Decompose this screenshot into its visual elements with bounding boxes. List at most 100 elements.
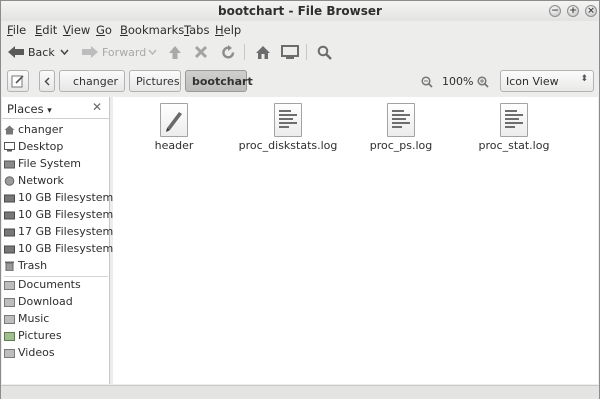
sidebar-item-label: Network xyxy=(18,174,64,187)
file-view[interactable]: header proc_diskstats.log proc_ps.log pr… xyxy=(113,97,598,384)
chevron-down-icon xyxy=(60,49,69,55)
sidebar-item-label: Videos xyxy=(18,346,55,359)
up-arrow-icon xyxy=(169,45,181,59)
stop-button[interactable] xyxy=(194,42,208,62)
drive-icon xyxy=(4,194,15,203)
close-sidebar-icon[interactable]: ✕ xyxy=(92,100,102,114)
up-button[interactable] xyxy=(168,42,182,62)
back-button[interactable]: Back xyxy=(7,42,55,62)
sidebar-item-label: Download xyxy=(18,295,73,308)
reload-button[interactable] xyxy=(221,42,236,62)
menu-bar: File Edit View Go Bookmarks Tabs Help xyxy=(1,21,599,39)
sidebar-item-music[interactable]: Music xyxy=(2,311,110,328)
pictures-folder-icon xyxy=(4,332,15,341)
toggle-location-entry-button[interactable] xyxy=(7,70,29,92)
sidebar-item-label: File System xyxy=(18,157,81,170)
sidebar-pane-selector[interactable]: Places ▾ xyxy=(7,102,52,116)
path-button-bootchart[interactable]: bootchart xyxy=(185,70,253,92)
menu-bookmarks[interactable]: Bookmarks xyxy=(120,23,184,37)
sidebar-item-documents[interactable]: Documents xyxy=(2,277,110,294)
computer-icon xyxy=(281,44,299,59)
trash-icon xyxy=(5,261,14,271)
sidebar-item-label: Music xyxy=(18,312,50,325)
drive-icon xyxy=(4,245,15,254)
zoom-out-button[interactable] xyxy=(421,76,433,91)
minimize-icon[interactable]: − xyxy=(549,5,561,17)
menu-view[interactable]: View xyxy=(63,23,90,37)
folder-icon xyxy=(4,349,15,358)
menu-go[interactable]: Go xyxy=(96,23,112,37)
file-name: proc_diskstats.log xyxy=(238,139,338,152)
home-button[interactable] xyxy=(255,42,271,62)
script-file-icon xyxy=(160,103,188,137)
back-label: Back xyxy=(28,45,55,59)
menu-file[interactable]: File xyxy=(7,23,26,37)
desktop-icon xyxy=(4,142,15,152)
toolbar: Back Forward xyxy=(1,39,599,65)
drive-icon xyxy=(4,160,15,169)
sidebar-item-label: Desktop xyxy=(18,140,64,153)
path-scroll-left-button[interactable] xyxy=(39,70,55,92)
menu-help[interactable]: Help xyxy=(215,23,241,37)
path-label: changer xyxy=(72,74,118,88)
search-button[interactable] xyxy=(317,42,332,62)
folder-icon xyxy=(4,315,15,324)
window-title: bootchart - File Browser xyxy=(218,4,382,18)
sidebar-item-label: Trash xyxy=(18,259,48,272)
reload-icon xyxy=(222,44,235,59)
chevron-down-icon: ▾ xyxy=(47,106,52,116)
sidebar-item-videos[interactable]: Videos xyxy=(2,345,110,362)
sidebar-item-label: 10 GB Filesystem xyxy=(18,191,114,204)
file-name: proc_ps.log xyxy=(369,139,433,152)
sidebar-item-volume[interactable]: 10 GB Filesystem xyxy=(2,190,114,207)
folder-icon xyxy=(4,298,15,307)
toolbar-separator xyxy=(244,44,245,60)
zoom-in-button[interactable] xyxy=(477,76,489,91)
computer-button[interactable] xyxy=(281,42,299,62)
zoom-level: 100% xyxy=(442,75,474,88)
forward-history-dropdown[interactable] xyxy=(148,42,157,62)
view-mode-select[interactable]: Icon View ⬍ xyxy=(500,70,594,92)
sidebar-item-pictures[interactable]: Pictures xyxy=(2,328,110,345)
path-label: Pictures xyxy=(136,74,180,88)
title-bar[interactable]: bootchart - File Browser − + × xyxy=(1,1,599,21)
back-history-dropdown[interactable] xyxy=(60,42,69,62)
forward-button[interactable]: Forward xyxy=(81,42,146,62)
sidebar-item-file-system[interactable]: File System xyxy=(2,156,110,173)
sidebar-item-home[interactable]: changer xyxy=(2,122,110,139)
view-mode-value: Icon View xyxy=(506,75,559,88)
sidebar: Places ▾ ✕ changer Desktop File System N… xyxy=(2,97,114,384)
updown-arrows-icon: ⬍ xyxy=(580,74,588,84)
path-button-pictures[interactable]: Pictures xyxy=(129,70,181,92)
path-button-changer[interactable]: changer xyxy=(59,70,125,92)
edit-location-icon xyxy=(11,75,24,88)
chevron-down-icon xyxy=(148,49,157,55)
sidebar-item-volume[interactable]: 10 GB Filesystem xyxy=(2,207,114,224)
network-icon xyxy=(4,176,15,186)
sidebar-title: Places xyxy=(7,102,44,116)
file-name: header xyxy=(154,139,194,152)
sidebar-item-label: Pictures xyxy=(18,329,62,342)
close-icon[interactable]: × xyxy=(585,5,597,17)
sidebar-item-label: 10 GB Filesystem xyxy=(18,208,114,221)
stop-x-icon xyxy=(194,45,208,59)
text-file-icon xyxy=(387,103,415,137)
menu-tabs[interactable]: Tabs xyxy=(184,23,209,37)
sidebar-item-network[interactable]: Network xyxy=(2,173,110,190)
file-name: proc_stat.log xyxy=(478,139,550,152)
maximize-icon[interactable]: + xyxy=(567,5,579,17)
menu-edit[interactable]: Edit xyxy=(35,23,57,37)
toolbar-separator xyxy=(306,44,307,60)
sidebar-item-download[interactable]: Download xyxy=(2,294,110,311)
sidebar-item-desktop[interactable]: Desktop xyxy=(2,139,110,156)
sidebar-item-volume[interactable]: 10 GB Filesystem xyxy=(2,241,113,258)
status-bar xyxy=(1,385,599,399)
home-icon xyxy=(256,45,270,59)
sidebar-item-trash[interactable]: Trash xyxy=(2,258,110,275)
text-file-icon xyxy=(500,103,528,137)
sidebar-item-label: Documents xyxy=(18,278,81,291)
zoom-in-icon xyxy=(477,76,489,88)
sidebar-item-volume[interactable]: 17 GB Filesystem xyxy=(2,224,113,241)
chevron-left-icon xyxy=(44,77,50,85)
home-icon xyxy=(4,125,15,135)
